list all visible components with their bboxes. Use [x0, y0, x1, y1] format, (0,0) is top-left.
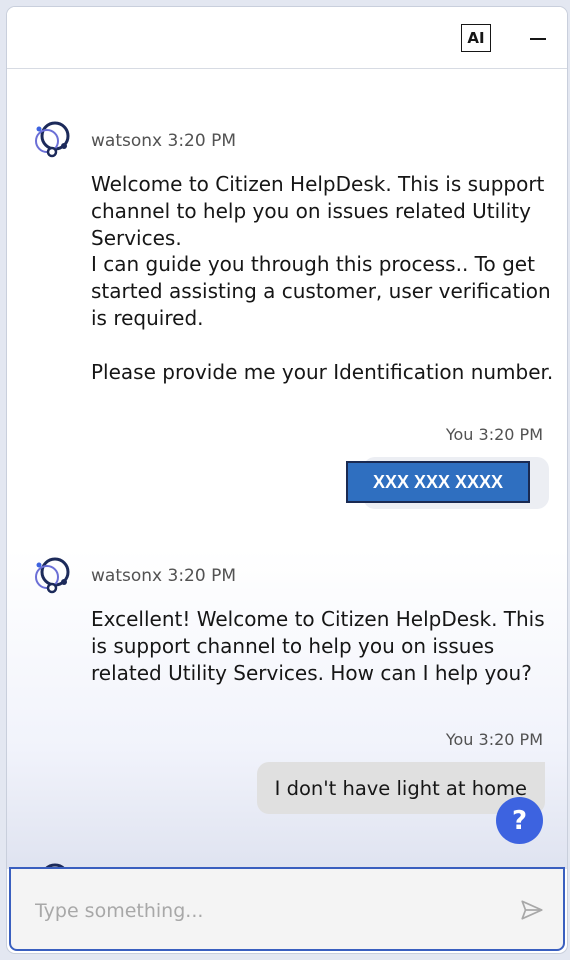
message-meta: You 3:20 PM: [446, 730, 543, 749]
chat-window: AI watsonx 3:20 PM Welcome to Citizen He…: [6, 6, 568, 954]
message-input-bar: [9, 867, 565, 951]
help-button[interactable]: ?: [496, 797, 543, 844]
message-meta: You 3:20 PM: [446, 425, 543, 444]
watsonx-avatar-icon: [35, 121, 70, 158]
message-time: 3:20 PM: [167, 131, 237, 151]
sender-name: You: [445, 730, 474, 749]
sender-name: watsonx: [91, 131, 163, 151]
send-icon[interactable]: [519, 897, 545, 923]
message-meta: watsonx 3:20 PM: [91, 131, 236, 151]
ai-badge[interactable]: AI: [461, 24, 491, 52]
minimize-button[interactable]: [522, 23, 554, 55]
identification-number: XXX XXX XXXX: [346, 461, 530, 503]
chat-header: AI: [7, 7, 567, 69]
bot-message-text: Excellent! Welcome to Citizen HelpDesk. …: [91, 607, 545, 685]
sender-name: watsonx: [91, 566, 163, 586]
message-list[interactable]: watsonx 3:20 PM Welcome to Citizen HelpD…: [7, 69, 567, 869]
message-meta: watsonx 3:20 PM: [91, 566, 236, 586]
message-time: 3:20 PM: [478, 730, 543, 749]
sender-name: You: [445, 425, 474, 444]
user-message-bubble: XXX XXX XXXX: [346, 457, 549, 509]
watsonx-avatar-icon: [35, 557, 70, 594]
user-message-text: I don't have light at home: [274, 776, 527, 800]
message-time: 3:20 PM: [167, 566, 237, 586]
minimize-icon: [530, 38, 546, 40]
message-time: 3:20 PM: [478, 425, 543, 444]
message-input[interactable]: [33, 895, 497, 927]
bot-message-text: Welcome to Citizen HelpDesk. This is sup…: [91, 172, 554, 384]
